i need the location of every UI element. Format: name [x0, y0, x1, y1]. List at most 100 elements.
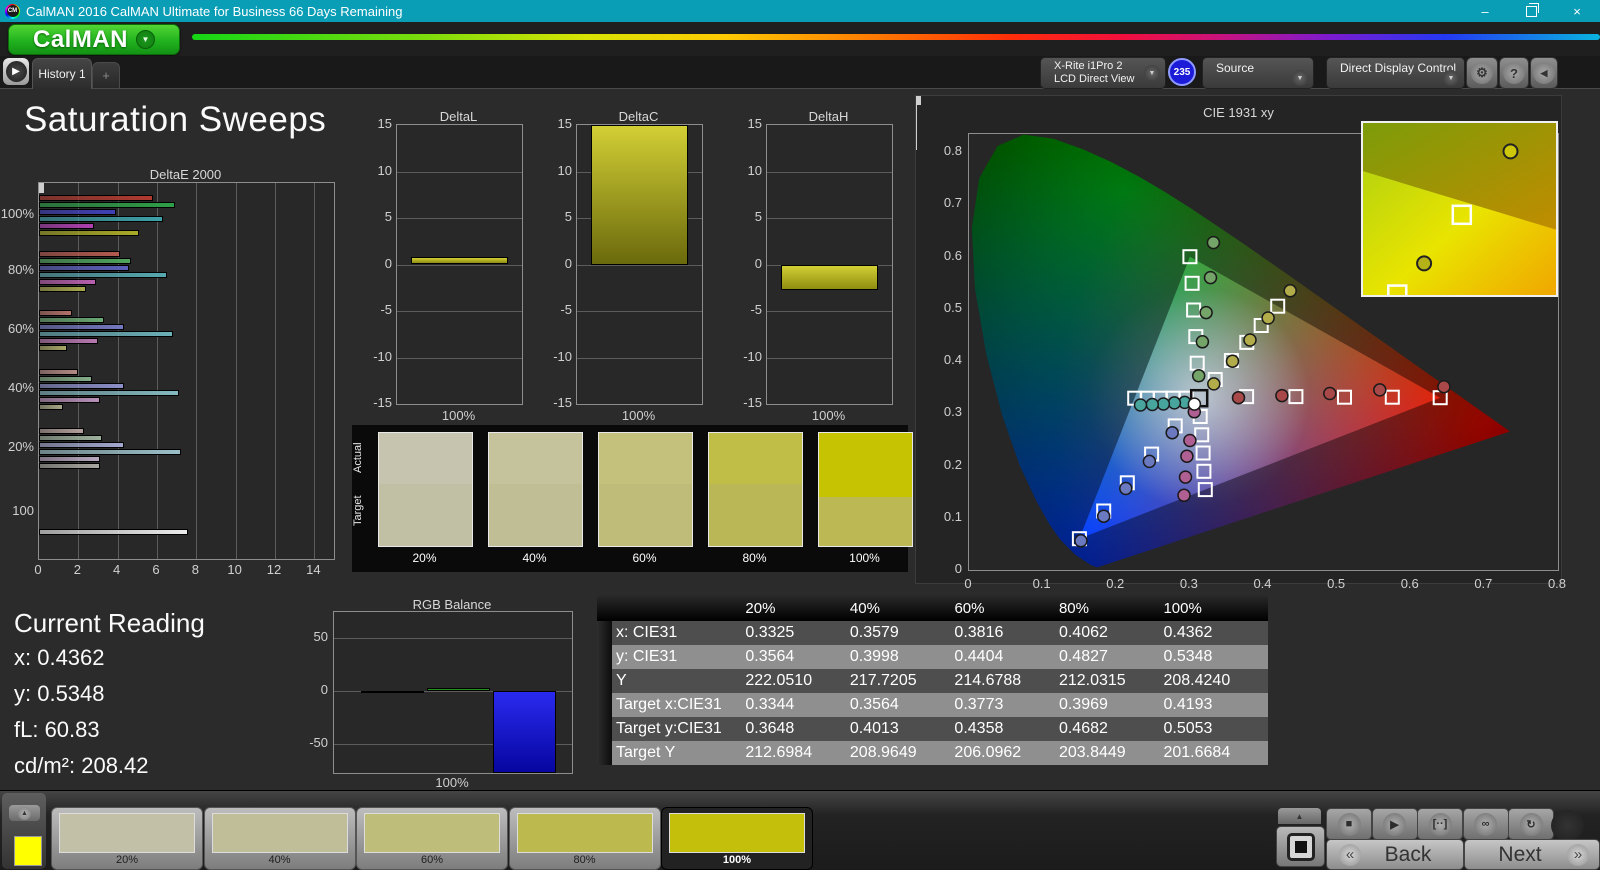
- cell-value: 0.3969: [1059, 696, 1164, 714]
- deltaH-chart: [766, 124, 893, 405]
- x-category-label: 100%: [333, 775, 571, 790]
- tab-history-1[interactable]: History 1: [32, 58, 92, 89]
- y-tick-label: -5: [544, 302, 572, 317]
- y-tick-label: 15: [734, 116, 762, 131]
- table-row: Target x:CIE310.33440.35640.37730.39690.…: [597, 693, 1268, 717]
- patch-button-60%[interactable]: 60%: [356, 807, 508, 870]
- deltae-bar-100-0: [39, 529, 188, 535]
- cell-value: 0.5348: [1163, 648, 1268, 666]
- cell-value: 217.7205: [850, 672, 955, 690]
- patch-button-100%[interactable]: 100%: [661, 807, 813, 870]
- source-dropdown[interactable]: Source ▼: [1202, 57, 1314, 89]
- x-tick-label: 0.4: [1248, 576, 1278, 591]
- deltaH-title: DeltaH: [766, 109, 891, 124]
- layout-nav-button[interactable]: ▶: [3, 58, 29, 85]
- y-tick-label: 10: [364, 163, 392, 178]
- add-tab-button[interactable]: +: [92, 62, 120, 89]
- cell-value: 0.3579: [850, 624, 955, 642]
- x-tick-label: 12: [262, 562, 286, 577]
- meter-line2: LCD Direct View: [1054, 73, 1135, 86]
- patch-list-up-button[interactable]: ▲: [9, 805, 40, 821]
- deltae-bar-60%-0: [39, 310, 72, 316]
- target-label: Target: [352, 512, 364, 526]
- frame-marker-button[interactable]: [··]: [1417, 808, 1463, 840]
- gear-icon: ⚙: [1471, 62, 1493, 84]
- loop-button[interactable]: ↻: [1508, 808, 1554, 840]
- table-row: Y222.0510217.7205214.6788212.0315208.424…: [597, 669, 1268, 693]
- cell-value: 0.4062: [1059, 624, 1164, 642]
- cell-value: 201.6684: [1163, 744, 1268, 762]
- actual-target-swatch-panel: ActualTarget20%40%60%80%100%: [352, 425, 908, 572]
- cell-value: 0.4404: [954, 648, 1059, 666]
- y-tick-label: 5: [734, 209, 762, 224]
- x-tick-label: 0: [953, 576, 983, 591]
- maximize-button[interactable]: [1508, 0, 1554, 22]
- play-button[interactable]: ▶: [1372, 808, 1418, 840]
- close-button[interactable]: ×: [1554, 0, 1600, 22]
- compare-swatch-60%: [598, 432, 693, 547]
- y-tick-label: 0.6: [934, 248, 962, 263]
- meter-dropdown[interactable]: X-Rite i1Pro 2 LCD Direct View ▼: [1040, 57, 1166, 89]
- chevron-up-icon: ▲: [18, 807, 31, 820]
- x-tick-label: 14: [301, 562, 325, 577]
- stop-button[interactable]: ■: [1326, 808, 1372, 840]
- next-button[interactable]: Next »: [1464, 839, 1600, 870]
- gridline: [577, 265, 702, 266]
- cie-chart-panel: CIE 1931 xy: [915, 95, 1562, 584]
- swatch-label: 20%: [378, 551, 471, 565]
- y-tick-label: 50: [300, 629, 328, 644]
- y-tick-label: 0: [300, 682, 328, 697]
- display-mode-widget: ▲: [1276, 808, 1325, 857]
- display-control-dropdown[interactable]: Direct Display Control ▼: [1326, 57, 1465, 89]
- back-button[interactable]: « Back: [1326, 839, 1464, 870]
- minimize-button[interactable]: –: [1462, 0, 1508, 22]
- row-edge: [597, 717, 612, 741]
- x-tick-label: 0.5: [1321, 576, 1351, 591]
- patch-button-20%[interactable]: 20%: [51, 807, 203, 870]
- table-header-row: 20%40%60%80%100%: [597, 595, 1268, 621]
- compare-swatch-80%: [708, 432, 803, 547]
- gridline: [397, 218, 522, 219]
- cell-value: 0.3564: [850, 696, 955, 714]
- help-button[interactable]: ?: [1499, 57, 1529, 89]
- y-tick-label: -5: [734, 302, 762, 317]
- x-tick-label: 2: [65, 562, 89, 577]
- settings-button[interactable]: ⚙: [1466, 57, 1498, 89]
- chevron-down-icon: ▼: [1443, 70, 1459, 86]
- spectrum-strip: [192, 34, 1600, 40]
- column-header: 20%: [745, 600, 850, 617]
- actual-patch: [599, 433, 692, 484]
- mode-up-button[interactable]: ▲: [1278, 808, 1321, 824]
- back-label: Back: [1371, 843, 1445, 867]
- patch-button-40%[interactable]: 40%: [204, 807, 356, 870]
- y-tick-label: 10: [544, 163, 572, 178]
- window-patch-button[interactable]: [1276, 826, 1325, 867]
- cell-value: 212.6984: [745, 744, 850, 762]
- x-tick-label: 0.3: [1174, 576, 1204, 591]
- deltae-chart-title: DeltaE 2000: [38, 167, 333, 182]
- table-row: Target y:CIE310.36480.40130.43580.46820.…: [597, 717, 1268, 741]
- continuous-button[interactable]: ∞: [1463, 808, 1509, 840]
- deltae-bar-20%-4: [39, 456, 100, 462]
- meter-count-badge[interactable]: 235: [1168, 58, 1196, 86]
- deltaC-bar: [591, 125, 688, 265]
- y-tick-label: -10: [364, 349, 392, 364]
- rgb-bar-red: [361, 691, 424, 693]
- gridline: [397, 311, 522, 312]
- calman-menu-button[interactable]: CalMAN ▼: [8, 24, 180, 55]
- current-patch-swatch: [14, 836, 42, 866]
- deltae-bar-80%-4: [39, 279, 96, 285]
- cell-value: 0.3325: [745, 624, 850, 642]
- patch-button-label: 80%: [510, 854, 660, 866]
- gridline: [236, 183, 237, 559]
- collapse-panel-button[interactable]: ◀: [1530, 57, 1558, 89]
- group-label: 100: [0, 503, 34, 518]
- deltae-bar-60%-5: [39, 345, 67, 351]
- x-tick-label: 0.8: [1542, 576, 1572, 591]
- logo-row: CalMAN ▼: [0, 22, 1600, 56]
- bottom-bar: ▲ 20%40%60%80%100% ▲ ■▶[··]∞↻ « Back Nex…: [0, 790, 1600, 870]
- patch-button-80%[interactable]: 80%: [509, 807, 661, 870]
- y-tick-label: 0.1: [934, 509, 962, 524]
- x-tick-label: 4: [105, 562, 129, 577]
- cie-zoom-inset: [1361, 121, 1558, 297]
